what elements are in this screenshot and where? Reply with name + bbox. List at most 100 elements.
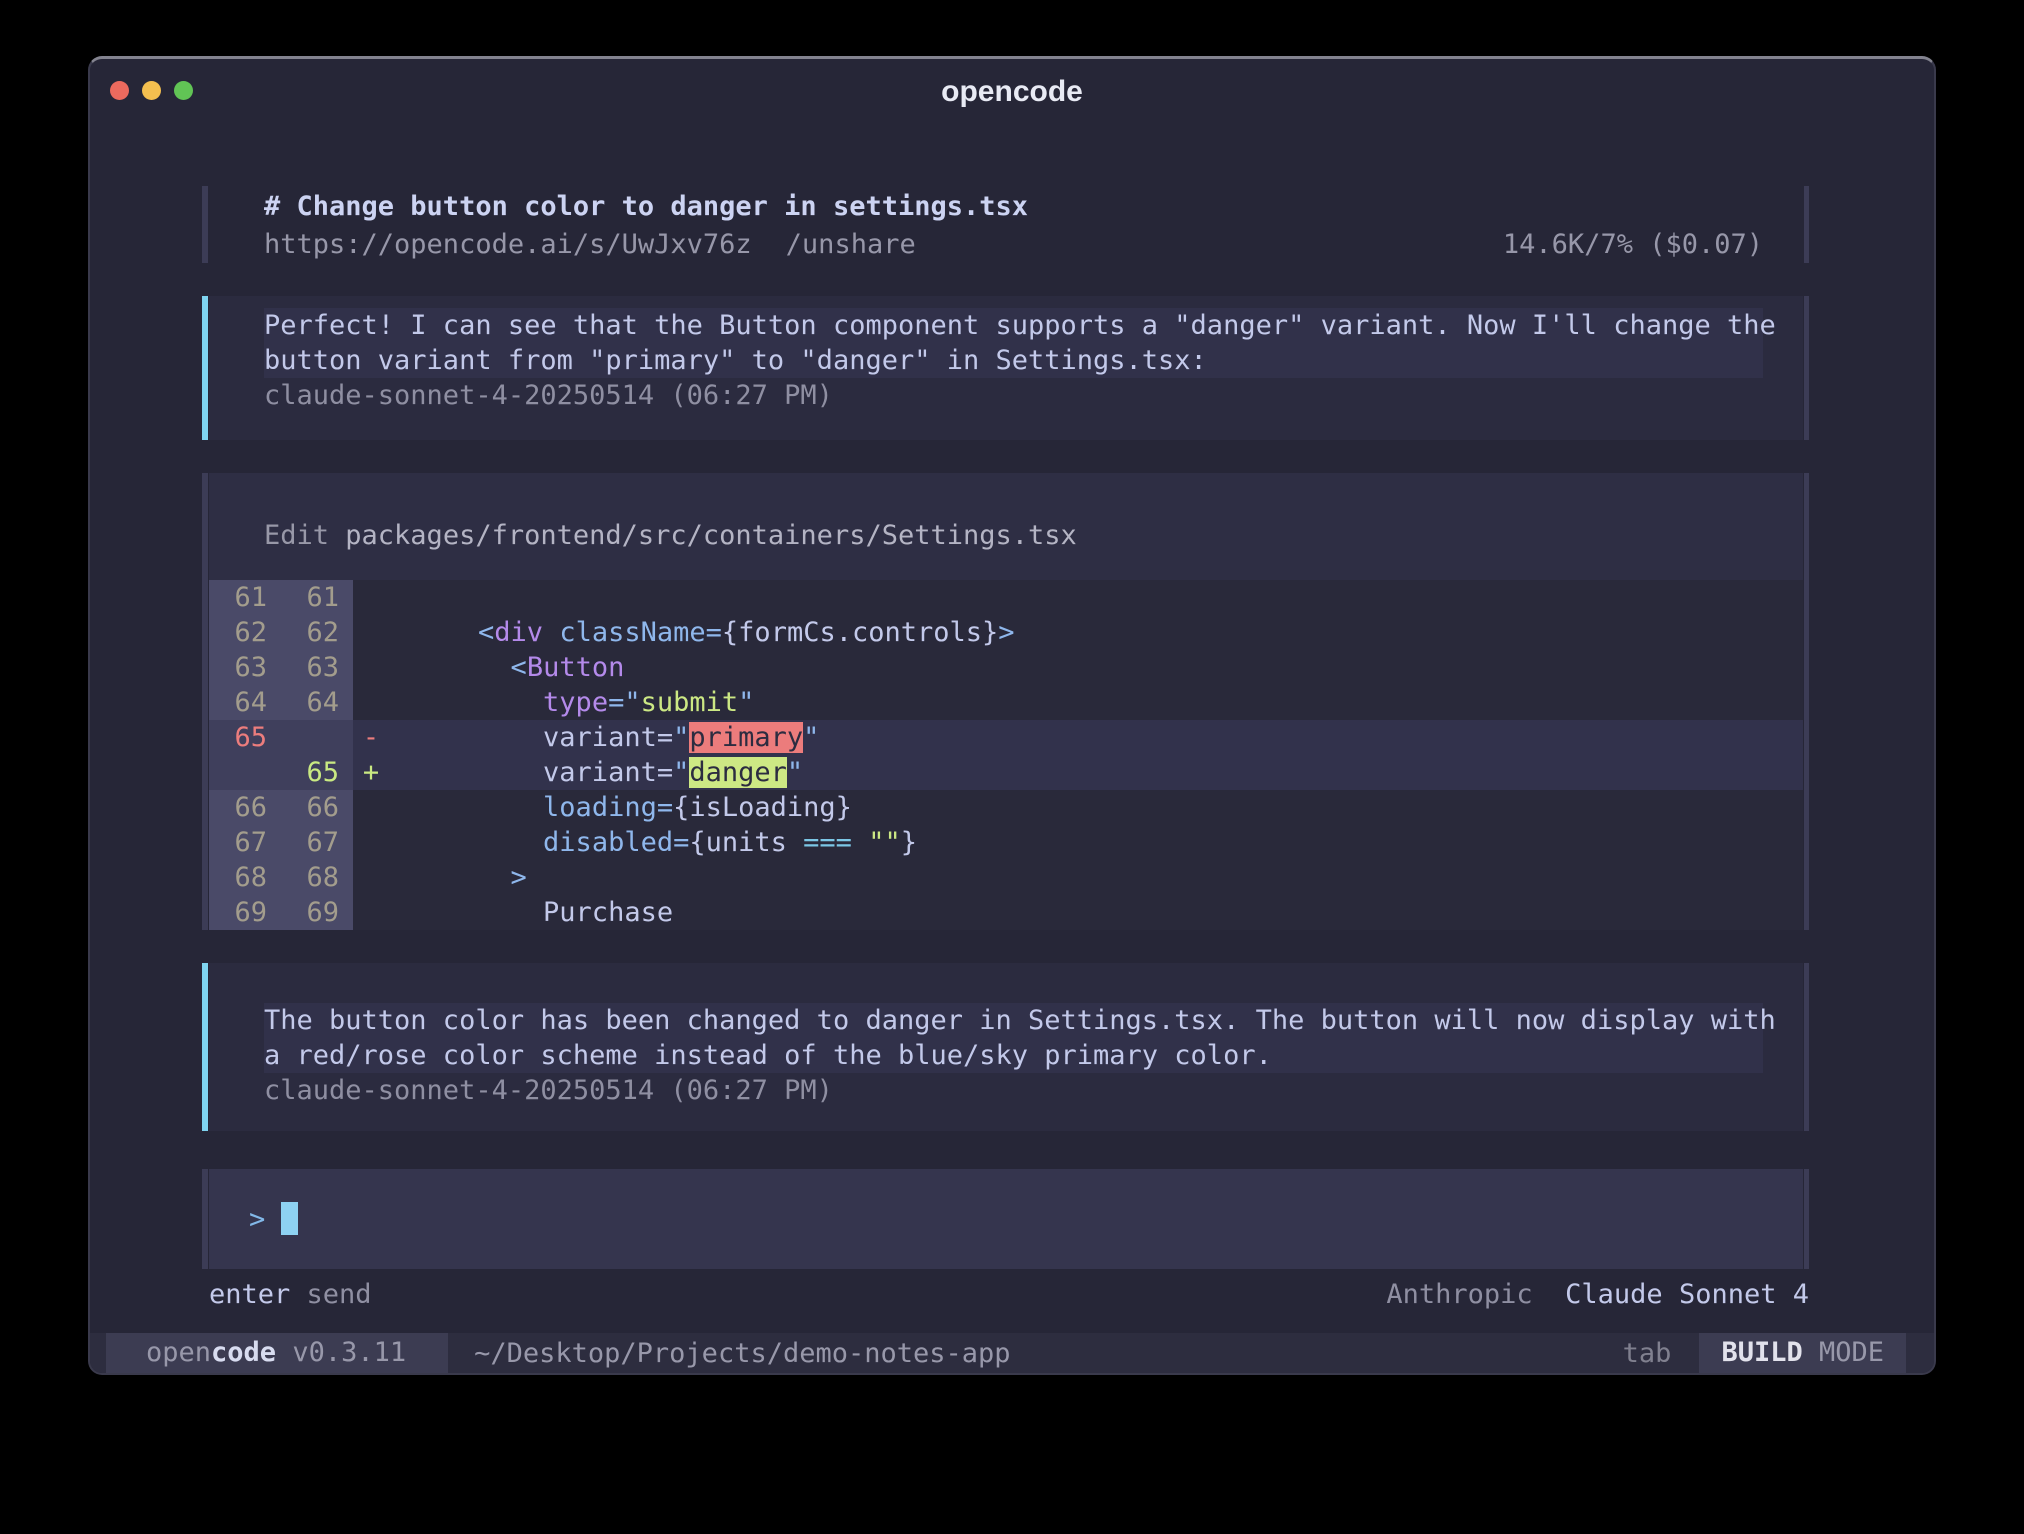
diff-sign: [353, 685, 389, 720]
code-token: ": [673, 722, 689, 753]
diff-sign: [353, 825, 389, 860]
diff-row: 6161: [209, 580, 1803, 615]
diff-sign: [353, 615, 389, 650]
text-cursor: [281, 1202, 298, 1235]
code-token: =: [706, 617, 722, 648]
edit-action-label: Edit: [264, 520, 345, 551]
code-token: disabled: [543, 827, 673, 858]
diff-row: 65+ variant="danger": [209, 755, 1803, 790]
diff-sign: [353, 895, 389, 930]
message-accent-right: [1804, 296, 1809, 440]
message-text: Perfect! I can see that the Button compo…: [264, 308, 1763, 343]
edit-tool-card: Edit packages/frontend/src/containers/Se…: [202, 473, 1809, 930]
message-accent: [202, 296, 208, 440]
diff-old-line-number: [209, 755, 281, 790]
prompt-symbol: >: [249, 1204, 265, 1235]
provider-name: Anthropic: [1386, 1279, 1549, 1310]
code-token: {isLoading}: [673, 792, 852, 823]
working-directory: ~/Desktop/Projects/demo-notes-app: [474, 1338, 1010, 1369]
diff-code-line: <Button: [389, 650, 1803, 685]
code-token: [852, 827, 868, 858]
edit-accent: [202, 473, 208, 930]
code-token: =: [608, 687, 624, 718]
prompt-editor[interactable]: >: [202, 1169, 1809, 1269]
edit-accent-right: [1804, 473, 1809, 930]
diff-new-line-number: 69: [281, 895, 353, 930]
diff-old-line-number: 67: [209, 825, 281, 860]
assistant-message: The button color has been changed to dan…: [202, 963, 1809, 1131]
message-text: a red/rose color scheme instead of the b…: [264, 1038, 1763, 1073]
tab-key-hint[interactable]: tab: [1623, 1338, 1672, 1369]
model-name: Claude Sonnet 4: [1565, 1279, 1809, 1310]
diff-new-line-number: 61: [281, 580, 353, 615]
diff-new-line-number: 64: [281, 685, 353, 720]
code-token: {units: [689, 827, 803, 858]
status-bar: opencode v0.3.11 ~/Desktop/Projects/demo…: [90, 1333, 1934, 1373]
app-version-segment: opencode v0.3.11: [106, 1333, 448, 1373]
code-token: ": [787, 757, 803, 788]
token-usage: 14.6K/7% ($0.07): [1503, 226, 1763, 264]
diff-old-line-number: 63: [209, 650, 281, 685]
diff-code-line: <div className={formCs.controls}>: [389, 615, 1803, 650]
message-accent: [202, 963, 208, 1131]
diff-row: 6262 <div className={formCs.controls}>: [209, 615, 1803, 650]
code-token: =: [673, 827, 689, 858]
diff-sign: [353, 580, 389, 615]
code-token: [543, 617, 559, 648]
diff-new-line-number: 62: [281, 615, 353, 650]
diff-old-line-number: 69: [209, 895, 281, 930]
message-text: button variant from "primary" to "danger…: [264, 343, 1763, 378]
opencode-window: opencode # Change button color to danger…: [88, 56, 1936, 1375]
code-token: Purchase: [413, 897, 673, 928]
code-token: [413, 862, 511, 893]
diff-new-line-number: 66: [281, 790, 353, 825]
diff-new-line-number: 68: [281, 860, 353, 895]
mode-name: BUILD: [1721, 1337, 1802, 1368]
mode-suffix: MODE: [1803, 1337, 1884, 1368]
diff-row: 6363 <Button: [209, 650, 1803, 685]
session-header-accent-right: [1804, 186, 1809, 263]
code-token: type: [543, 687, 608, 718]
diff-code-line: >: [389, 860, 1803, 895]
message-text: The button color has been changed to dan…: [264, 1003, 1763, 1038]
code-token: submit: [641, 687, 739, 718]
message-accent-right: [1804, 963, 1809, 1131]
code-token: {formCs.controls}: [722, 617, 998, 648]
code-token: loading: [543, 792, 657, 823]
code-token: [413, 687, 543, 718]
code-token: =: [657, 792, 673, 823]
code-token: "": [868, 827, 901, 858]
diff-old-line-number: 61: [209, 580, 281, 615]
code-token: }: [901, 827, 917, 858]
code-token: [413, 652, 511, 683]
model-timestamp: claude-sonnet-4-20250514 (06:27 PM): [264, 378, 1763, 413]
code-token: [413, 792, 543, 823]
diff-code-line: type="submit": [389, 685, 1803, 720]
share-url[interactable]: https://opencode.ai/s/UwJxv76z: [264, 226, 752, 264]
diff-new-line-number: 63: [281, 650, 353, 685]
diff-code-line: Purchase: [389, 895, 1803, 930]
titlebar: opencode: [90, 59, 1934, 123]
diff-view: 61616262 <div className={formCs.controls…: [209, 580, 1803, 930]
unshare-command[interactable]: /unshare: [786, 226, 916, 264]
session-header: # Change button color to danger in setti…: [202, 186, 1809, 263]
diff-code-line: loading={isLoading}: [389, 790, 1803, 825]
diff-sign: [353, 790, 389, 825]
diff-new-line-number: 67: [281, 825, 353, 860]
diff-row: 6666 loading={isLoading}: [209, 790, 1803, 825]
session-header-accent: [202, 186, 208, 263]
diff-old-line-number: 62: [209, 615, 281, 650]
code-token: ": [738, 687, 754, 718]
diff-old-line-number: 65: [209, 720, 281, 755]
diff-old-line-number: 64: [209, 685, 281, 720]
assistant-message: Perfect! I can see that the Button compo…: [202, 296, 1809, 440]
code-token: ===: [803, 827, 852, 858]
diff-code-line: variant="primary": [389, 720, 1803, 755]
diff-sign: -: [353, 720, 389, 755]
app-version: v0.3.11: [276, 1337, 406, 1368]
diff-new-line-number: 65: [281, 755, 353, 790]
code-token: >: [998, 617, 1014, 648]
code-token: ": [803, 722, 819, 753]
diff-code-line: variant="danger": [389, 755, 1803, 790]
mode-indicator[interactable]: BUILD MODE: [1699, 1333, 1906, 1373]
